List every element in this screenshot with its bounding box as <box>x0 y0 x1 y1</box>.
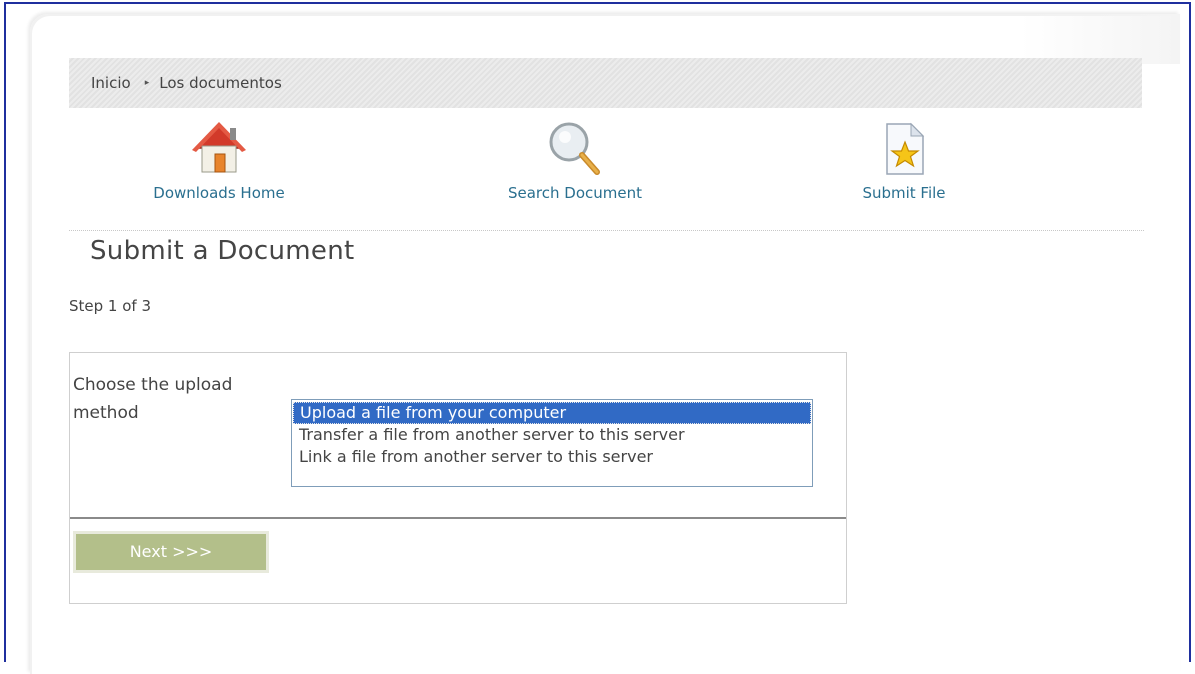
upload-method-label: Choose the upload method <box>73 375 233 423</box>
top-fade <box>1020 14 1180 64</box>
search-document-label: Search Document <box>507 184 642 202</box>
toolbar: Downloads Home Search Document Submit Fi… <box>69 118 1144 231</box>
step-indicator: Step 1 of 3 <box>69 297 152 315</box>
page-title: Submit a Document <box>90 236 355 266</box>
upload-method-option[interactable]: Transfer a file from another server to t… <box>293 424 811 446</box>
breadcrumb-home-link[interactable]: Inicio <box>91 74 131 92</box>
magnifier-icon <box>539 118 611 178</box>
submit-file-label: Submit File <box>862 184 946 202</box>
breadcrumb-arrow-icon: ▸ <box>144 78 150 88</box>
upload-method-option[interactable]: Link a file from another server to this … <box>293 446 811 468</box>
breadcrumb: Inicio ▸ Los documentos <box>69 58 1142 108</box>
submit-file-link[interactable]: Submit File <box>844 118 964 202</box>
breadcrumb-current[interactable]: Los documentos <box>159 74 282 92</box>
star-document-icon <box>879 118 929 178</box>
upload-method-listbox[interactable]: Upload a file from your computer Transfe… <box>291 399 813 487</box>
upload-form: Choose the upload method Upload a file f… <box>69 352 847 604</box>
house-icon <box>186 118 252 178</box>
form-divider <box>70 517 846 519</box>
next-button[interactable]: Next >>> <box>73 531 269 573</box>
downloads-home-link[interactable]: Downloads Home <box>149 118 289 202</box>
search-document-link[interactable]: Search Document <box>475 118 675 202</box>
upload-method-option[interactable]: Upload a file from your computer <box>293 402 811 424</box>
downloads-home-label: Downloads Home <box>153 184 285 202</box>
